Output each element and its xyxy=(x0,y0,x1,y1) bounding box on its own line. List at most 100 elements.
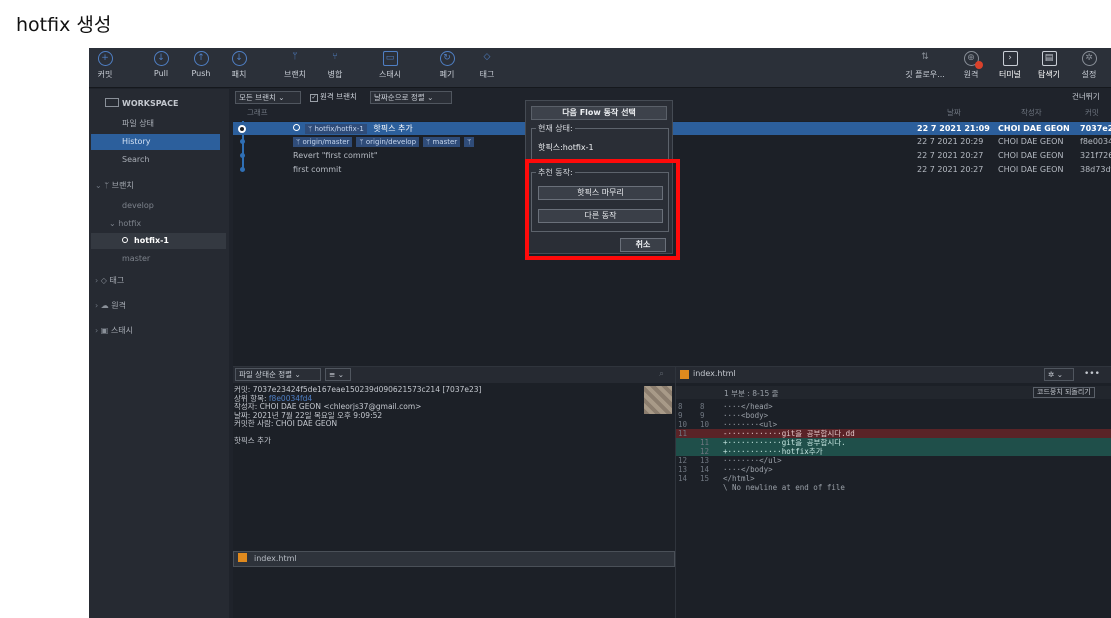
branch-filter-dropdown[interactable]: 모든 브랜치 ⌄ xyxy=(235,91,301,104)
details-toolbar: 파일 상태순 정렬 ⌄ ≡ ⌄ ⌕ xyxy=(233,367,675,383)
column-date[interactable]: 날짜 xyxy=(947,107,961,118)
sidebar-item-file-status[interactable]: 파일 상태 xyxy=(89,116,229,132)
diff-line-text: ····</body> xyxy=(723,465,773,474)
diff-line: 12 13 ········</ul> xyxy=(676,456,1111,465)
branch-tag: ᛘ master xyxy=(423,137,461,147)
hunk-header: 1 부분 : 8-15 줄 코드뭉치 되돌리기 xyxy=(676,386,1111,399)
diff-panel: index.html ✲ ⌄ ••• 1 부분 : 8-15 줄 코드뭉치 되돌… xyxy=(675,366,1111,618)
file-sort-dropdown[interactable]: 파일 상태순 정렬 ⌄ xyxy=(235,368,321,381)
diff-line: 11 +············git을 공부합시다. xyxy=(676,438,1111,447)
new-line-number: 13 xyxy=(700,456,710,465)
fetch-icon: ↓ xyxy=(231,51,247,66)
explorer-toolbar-button[interactable]: ▤ 탐색기 xyxy=(1033,51,1065,80)
sidebar-tags-header[interactable]: › ◇ 태그 xyxy=(89,273,229,289)
column-author[interactable]: 작성자 xyxy=(1021,107,1042,118)
commit-message-text: 핫픽스 추가 xyxy=(234,435,271,445)
diff-line: 12 +············hotfix추가 xyxy=(676,447,1111,456)
remote-toolbar-button[interactable]: ⊕ 원격 xyxy=(959,51,983,80)
revert-hunk-button[interactable]: 코드뭉치 되돌리기 xyxy=(1033,387,1095,398)
column-graph[interactable]: 그래프 xyxy=(247,107,268,118)
push-toolbar-button[interactable]: ↑ Push xyxy=(188,51,214,78)
commit-node-icon xyxy=(240,139,245,144)
current-state-group: 현재 상태: 핫픽스:hotfix-1 xyxy=(531,123,669,162)
chevron-down-icon: ⌄ xyxy=(95,181,102,190)
sidebar-branches-header[interactable]: ⌄ ᛘ 브랜치 xyxy=(89,178,229,194)
git-flow-icon: ⇅ xyxy=(921,52,929,62)
diff-line-text: +············git을 공부합시다. xyxy=(723,438,846,447)
diff-line: 14 15 </html> xyxy=(676,474,1111,483)
chevron-down-icon: ⌄ xyxy=(109,219,116,228)
terminal-icon: › xyxy=(1002,51,1018,66)
dialog-title: 다음 Flow 동작 선택 xyxy=(531,106,667,120)
settings-toolbar-button[interactable]: ✲ 설정 xyxy=(1077,51,1101,80)
branch-toolbar-button[interactable]: ᛘ 브랜치 xyxy=(281,51,309,80)
cancel-button[interactable]: 취소 xyxy=(620,238,666,252)
sidebar: WORKSPACE 파일 상태 History Search ⌄ ᛘ 브랜치 d… xyxy=(89,89,229,618)
diff-lines: 8 8 ····</head> 9 9 ····<body> 10 10 ········<ul… xyxy=(676,402,1111,602)
old-line-number: 14 xyxy=(678,474,688,483)
tag-toolbar-button[interactable]: ◇ 태그 xyxy=(475,51,499,80)
chevron-down-icon: ⌄ xyxy=(278,93,285,102)
workspace-header: WORKSPACE xyxy=(89,96,229,112)
commit-node-icon xyxy=(238,125,246,133)
old-line-number: 10 xyxy=(678,420,688,429)
fetch-toolbar-button[interactable]: ↓ 패치 xyxy=(227,51,251,80)
old-line-number: 9 xyxy=(678,411,683,420)
stash-toolbar-button[interactable]: ▭ 스태시 xyxy=(375,51,405,80)
finish-hotfix-button[interactable]: 핫픽스 마무리 xyxy=(538,186,663,200)
sidebar-remotes-header[interactable]: › ☁ 원격 xyxy=(89,298,229,314)
remote-icon: ⊕ xyxy=(963,51,983,69)
remote-branches-checkbox[interactable]: ✓ 원격 브랜치 xyxy=(307,91,365,104)
other-action-button[interactable]: 다른 동작 xyxy=(538,209,663,223)
sidebar-stash-header[interactable]: › ▣ 스태시 xyxy=(89,323,229,339)
diff-line-text: +············hotfix추가 xyxy=(723,447,823,456)
new-line-number: 10 xyxy=(700,420,710,429)
discard-toolbar-button[interactable]: ↻ 폐기 xyxy=(435,51,459,80)
discard-icon: ↻ xyxy=(439,51,455,66)
head-marker-icon xyxy=(293,124,300,131)
skip-label[interactable]: 건너뛰기 xyxy=(1069,91,1109,104)
modified-file-icon xyxy=(680,370,689,379)
more-options-icon[interactable]: ••• xyxy=(1084,369,1100,379)
monitor-icon xyxy=(105,98,119,107)
view-mode-dropdown[interactable]: ≡ ⌄ xyxy=(325,368,351,381)
commit-date: 22 7 2021 21:09 xyxy=(917,124,990,133)
new-line-number: 12 xyxy=(700,447,710,456)
new-line-number: 9 xyxy=(700,411,705,420)
pull-toolbar-button[interactable]: ↓ Pull xyxy=(149,51,173,78)
diff-line-text: \ No newline at end of file xyxy=(723,483,845,492)
sidebar-branch-hotfix-1[interactable]: hotfix-1 xyxy=(91,233,226,249)
merge-toolbar-button[interactable]: ⑂ 병합 xyxy=(323,51,347,80)
chevron-right-icon: › xyxy=(95,326,99,335)
branch-icon: ᛘ xyxy=(292,52,298,62)
sidebar-item-history[interactable]: History xyxy=(91,134,220,150)
sidebar-folder-hotfix[interactable]: ⌄ hotfix xyxy=(89,216,229,232)
branch-tag: ᛘ origin/master xyxy=(293,137,353,147)
commit-hash: 321f726 xyxy=(1080,151,1111,160)
committer-line: 커밋한 사람: CHOI DAE GEON xyxy=(234,419,338,428)
sidebar-branch-master[interactable]: master xyxy=(89,251,229,267)
modified-file-icon xyxy=(238,553,247,562)
commit-message: Revert "first commit" xyxy=(293,151,378,160)
chevron-down-icon: ⌄ xyxy=(337,370,344,379)
branch-tag: ᛘ hotfix/hotfix-1 xyxy=(305,124,367,134)
column-commit[interactable]: 커밋 xyxy=(1085,107,1099,118)
sort-order-dropdown[interactable]: 날짜순으로 정렬 ⌄ xyxy=(370,91,452,104)
chevron-down-icon: ⌄ xyxy=(427,93,434,102)
changed-file-row[interactable]: index.html xyxy=(233,551,675,567)
recommended-action-group: 추천 동작: xyxy=(531,167,669,232)
commit-author: CHOI DAE GEON xyxy=(998,137,1064,146)
pull-icon: ↓ xyxy=(153,51,169,66)
diff-options-dropdown[interactable]: ✲ ⌄ xyxy=(1044,368,1074,381)
sidebar-item-search[interactable]: Search xyxy=(89,152,229,168)
branch-tag: ᛘ origin/develop xyxy=(356,137,420,147)
diff-line: 13 14 ····</body> xyxy=(676,465,1111,474)
git-flow-toolbar-button[interactable]: ⇅ 깃 플로우... xyxy=(903,51,947,80)
commit-toolbar-button[interactable]: + 커밋 xyxy=(93,51,117,80)
branch-tag: ᛘ xyxy=(464,137,475,147)
push-icon: ↑ xyxy=(193,51,209,66)
search-icon[interactable]: ⌕ xyxy=(659,369,664,379)
sidebar-branch-develop[interactable]: develop xyxy=(89,198,229,214)
terminal-toolbar-button[interactable]: › 터미널 xyxy=(994,51,1026,80)
stash-icon: ▣ xyxy=(100,326,109,335)
